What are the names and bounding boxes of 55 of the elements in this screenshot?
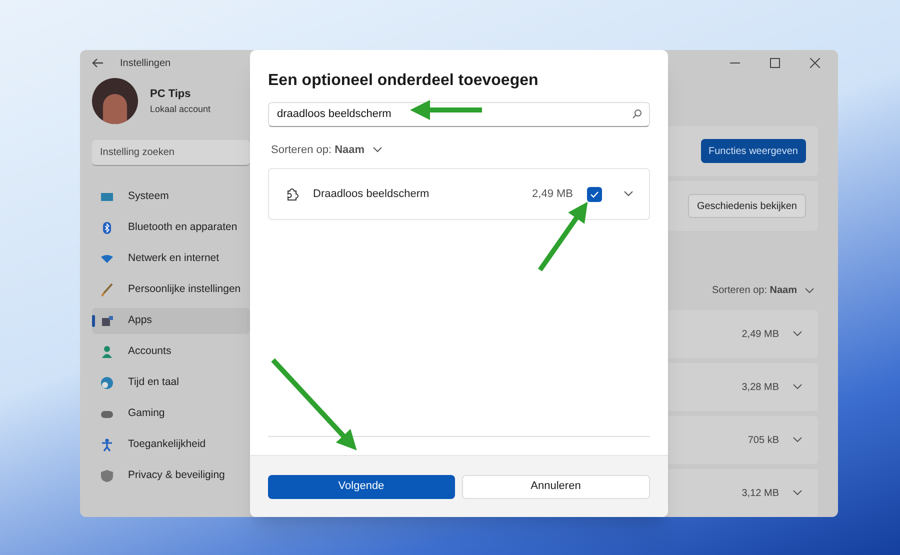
chevron-down-icon[interactable] bbox=[793, 331, 802, 337]
nav-item[interactable]: Netwerk en internet bbox=[92, 246, 250, 272]
nav-item[interactable]: Apps bbox=[92, 308, 250, 334]
chevron-down-icon[interactable] bbox=[793, 437, 802, 443]
feature-size: 3,28 MB bbox=[742, 380, 779, 394]
wifi-icon bbox=[100, 252, 114, 266]
nav-item[interactable]: Accounts bbox=[92, 339, 250, 365]
nav-item[interactable]: Gaming bbox=[92, 401, 250, 427]
chevron-down-icon[interactable] bbox=[624, 191, 633, 197]
window-title: Instellingen bbox=[120, 56, 171, 70]
check-icon bbox=[590, 190, 599, 198]
chevron-down-icon[interactable] bbox=[372, 146, 382, 153]
feature-size: 2,49 MB bbox=[532, 186, 573, 202]
chevron-down-icon[interactable] bbox=[793, 384, 802, 390]
nav-item[interactable]: Systeem bbox=[92, 184, 250, 210]
accessibility-icon bbox=[100, 438, 114, 452]
globe-clock-icon bbox=[100, 376, 114, 390]
search-field[interactable]: draadloos beeldscherm bbox=[268, 102, 650, 126]
checkbox[interactable] bbox=[587, 186, 602, 202]
feature-size: 2,49 MB bbox=[742, 328, 779, 342]
chevron-down-icon[interactable] bbox=[793, 490, 802, 496]
brush-icon bbox=[100, 283, 114, 297]
cancel-button[interactable]: Annuleren bbox=[462, 474, 650, 498]
next-button[interactable]: Volgende bbox=[268, 474, 454, 498]
puzzle-icon bbox=[285, 187, 299, 201]
maximize-icon[interactable] bbox=[770, 58, 780, 68]
nav-item[interactable]: Persoonlijke instellingen bbox=[92, 277, 250, 303]
close-icon[interactable] bbox=[810, 58, 820, 68]
feature-size: 705 kB bbox=[748, 434, 779, 448]
profile-name: PC Tips bbox=[150, 87, 192, 102]
bluetooth-icon bbox=[100, 221, 114, 235]
selection-indicator bbox=[92, 315, 95, 327]
search-field[interactable]: Instelling zoeken bbox=[92, 140, 250, 166]
person-icon bbox=[100, 345, 114, 359]
apps-icon bbox=[100, 314, 114, 328]
feature-size: 3,12 MB bbox=[742, 486, 779, 500]
dialog-title: Een optioneel onderdeel toevoegen bbox=[268, 71, 540, 91]
account-type: Lokaal account bbox=[150, 102, 211, 116]
view-features-button[interactable]: Functies weergeven bbox=[700, 139, 806, 163]
monitor-icon bbox=[100, 190, 114, 204]
feature-name: Draadloos beeldscherm bbox=[313, 186, 430, 202]
avatar bbox=[92, 78, 138, 124]
view-history-button[interactable]: Geschiedenis bekijken bbox=[688, 194, 806, 218]
annotation-arrow bbox=[410, 100, 482, 120]
search-icon[interactable] bbox=[632, 109, 642, 119]
sort-label[interactable]: Sorteren op: Naam bbox=[271, 142, 365, 158]
chevron-down-icon[interactable] bbox=[805, 288, 814, 294]
sort-label[interactable]: Sorteren op: Naam bbox=[712, 283, 797, 298]
nav-item[interactable]: Privacy & beveiliging bbox=[92, 463, 250, 489]
nav-item[interactable]: Toegankelijkheid bbox=[92, 432, 250, 458]
shield-icon bbox=[100, 469, 114, 483]
annotation-arrow bbox=[538, 202, 588, 272]
nav-item[interactable]: Bluetooth en apparaten bbox=[92, 215, 250, 241]
nav-item[interactable]: Tijd en taal bbox=[92, 370, 250, 396]
back-arrow-icon[interactable] bbox=[92, 57, 104, 69]
